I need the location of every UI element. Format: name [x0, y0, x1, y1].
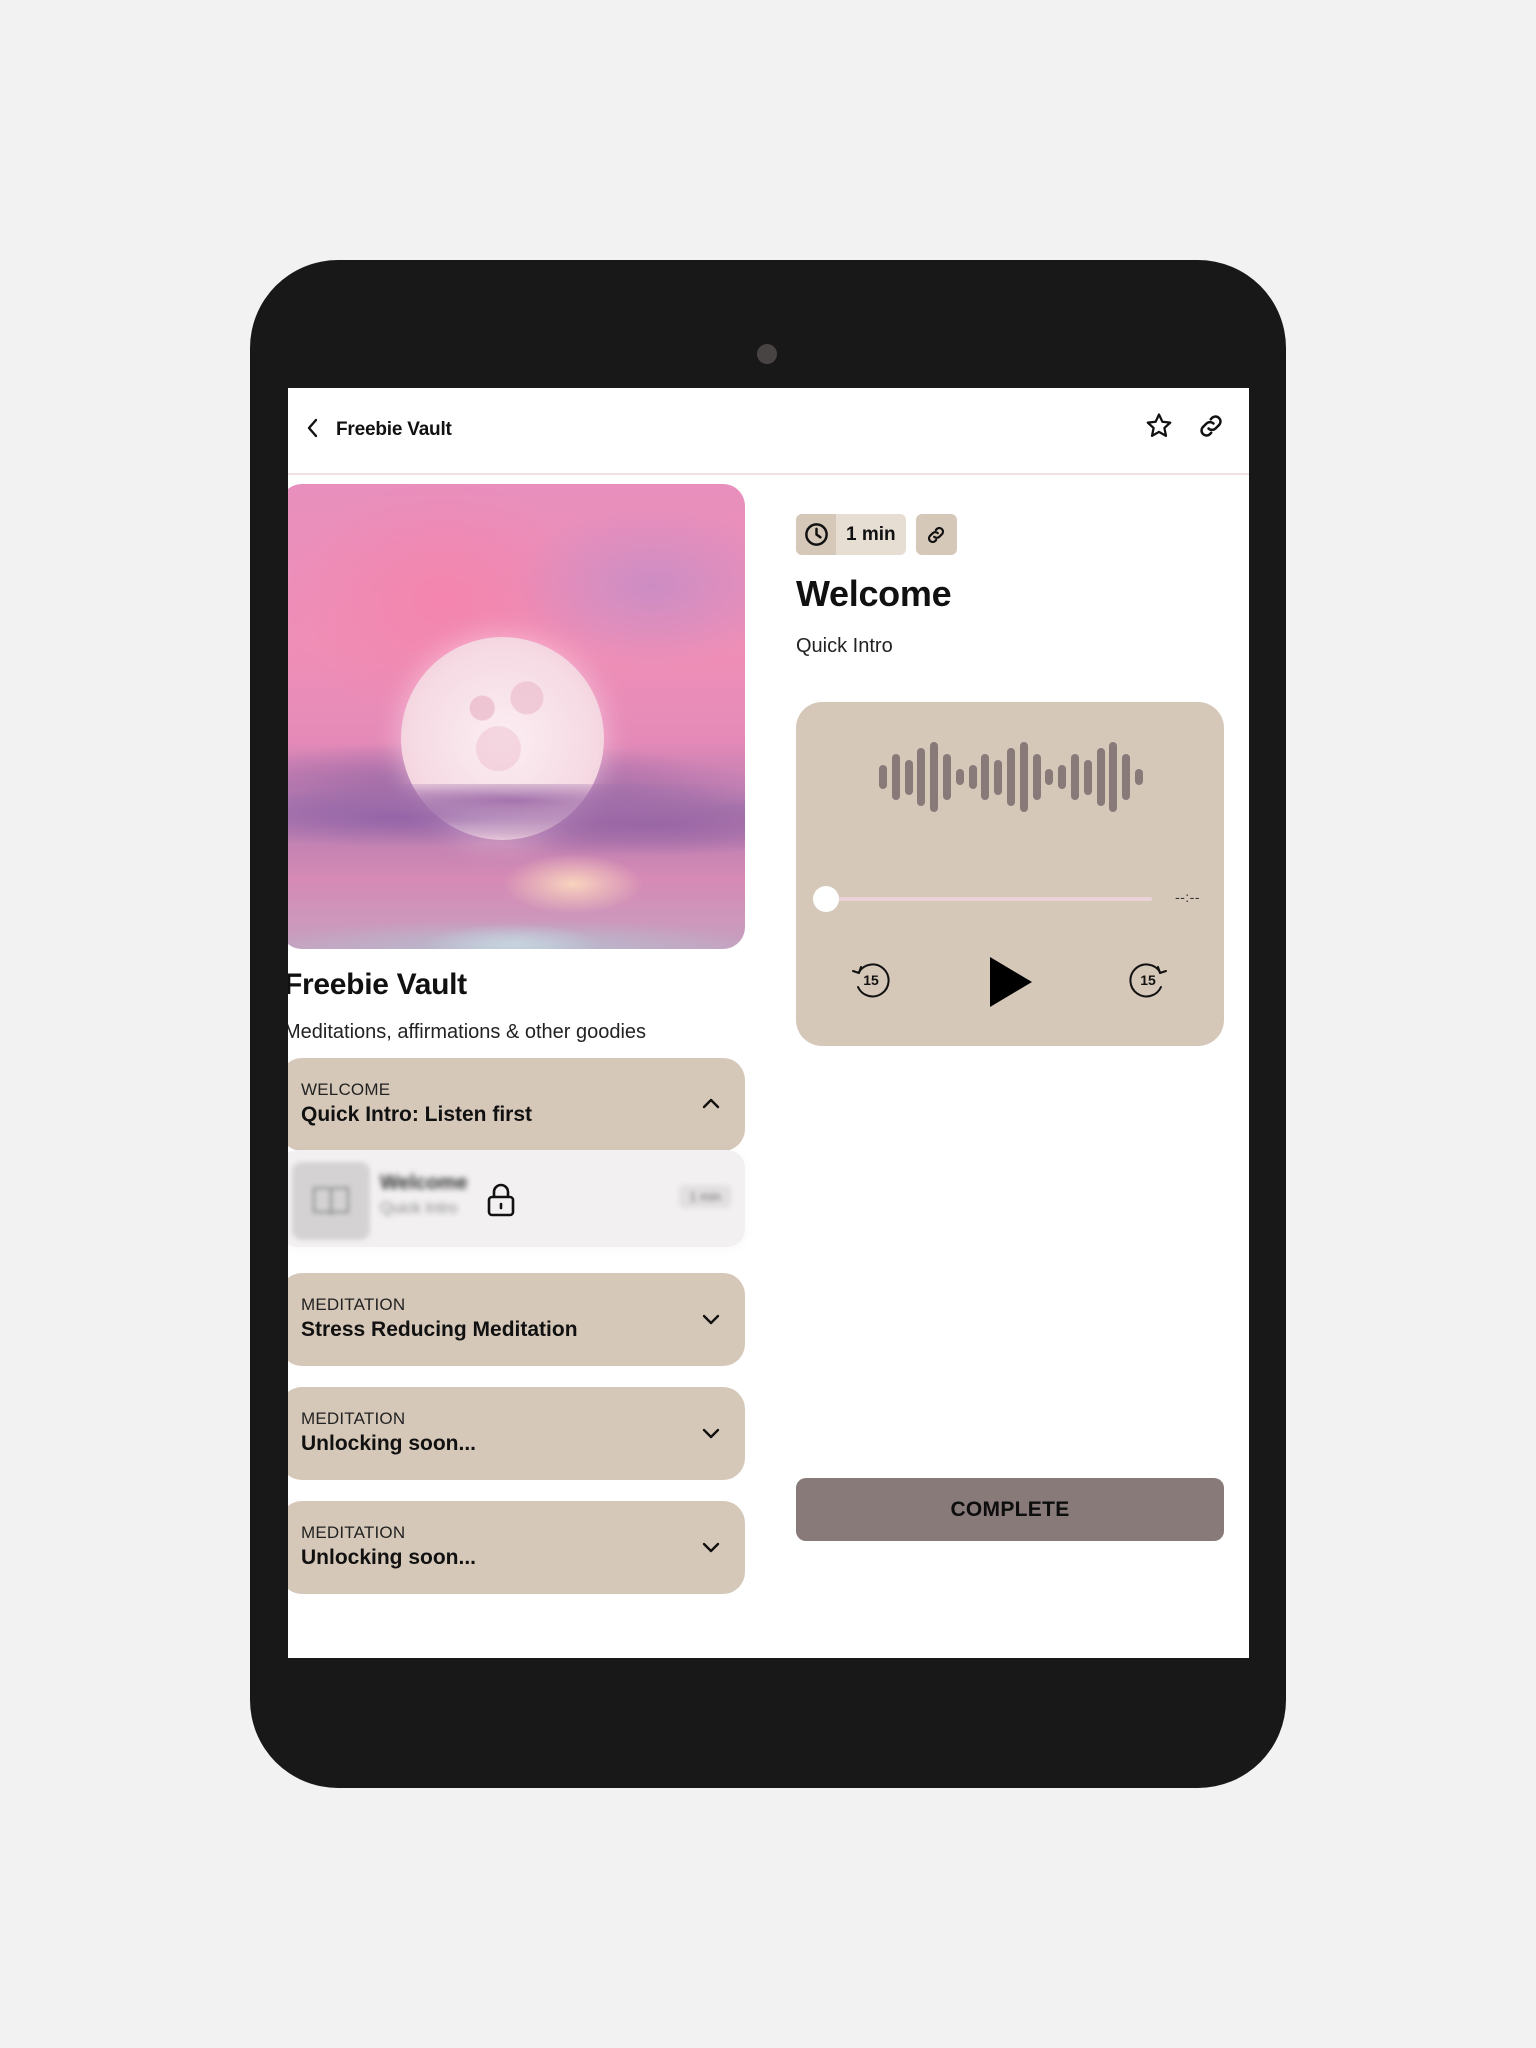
waveform-bar [917, 747, 926, 807]
chevron-left-icon [304, 417, 322, 444]
lesson-item-title: Welcome [380, 1172, 468, 1194]
section-kicker: MEDITATION [301, 1523, 406, 1542]
section-kicker: MEDITATION [301, 1295, 406, 1314]
tablet-frame: Freebie Vault Freebie Vault Meditations,… [250, 260, 1286, 1788]
link-icon [1200, 415, 1222, 437]
section-accordion-stress-reducing[interactable]: MEDITATION Stress Reducing Meditation [288, 1273, 745, 1366]
duration-text: 1 min [846, 523, 896, 545]
section-title: Quick Intro: Listen first [301, 1103, 533, 1126]
top-bar: Freebie Vault [288, 388, 1249, 475]
complete-button[interactable]: COMPLETE [796, 1478, 1224, 1541]
favorite-button[interactable] [1143, 410, 1175, 442]
waveform-bar [904, 759, 913, 795]
progress-slider-thumb[interactable] [813, 886, 839, 912]
lesson-title: Welcome [796, 573, 952, 614]
skip-back-button[interactable]: 15 [849, 958, 893, 1002]
audio-player: --:-- 15 15 [796, 702, 1224, 1046]
waveform-bar [1019, 742, 1028, 812]
waveform-bar [943, 753, 951, 801]
back-label: Freebie Vault [336, 419, 452, 440]
section-title: Stress Reducing Meditation [301, 1318, 578, 1341]
lesson-item-duration: 1 min [679, 1185, 731, 1208]
waveform-bar [955, 769, 964, 785]
section-accordion-unlocking-1[interactable]: MEDITATION Unlocking soon... [288, 1387, 745, 1480]
library-title: Freebie Vault [288, 968, 467, 1001]
lesson-meta: 1 min [796, 514, 957, 555]
waveform-bar [1109, 742, 1118, 812]
lesson-list-item[interactable]: Welcome Quick Intro 1 min [288, 1150, 745, 1247]
lesson-item-subtitle: Quick Intro [380, 1200, 458, 1217]
duration-chip: 1 min [796, 514, 906, 555]
svg-text:15: 15 [863, 972, 879, 988]
waveform-bar [1032, 753, 1041, 801]
back-button[interactable]: Freebie Vault [304, 410, 452, 450]
share-link-button[interactable] [1195, 410, 1227, 442]
waveform-bar [1007, 747, 1015, 807]
section-title: Unlocking soon... [301, 1432, 477, 1455]
waveform-bar [1045, 769, 1054, 785]
chevron-down-icon[interactable] [697, 1305, 725, 1333]
lesson-subtitle: Quick Intro [796, 635, 893, 657]
waveform-bar [1135, 769, 1143, 785]
library-artwork [288, 484, 745, 949]
cloud-layer [288, 784, 745, 949]
app-screen: Freebie Vault Freebie Vault Meditations,… [288, 388, 1249, 1658]
library-column: Freebie Vault Meditations, affirmations … [288, 475, 748, 1658]
library-subtitle: Meditations, affirmations & other goodie… [288, 1021, 647, 1043]
lesson-thumbnail [292, 1162, 370, 1240]
play-icon [990, 957, 1032, 1007]
progress-slider[interactable] [826, 897, 1152, 901]
waveform-bar [994, 759, 1003, 795]
svg-text:15: 15 [1140, 972, 1156, 988]
copy-link-button[interactable] [915, 514, 957, 555]
waveform-bar [1058, 765, 1067, 789]
waveform-bar [879, 765, 887, 789]
camera-dot [757, 344, 777, 364]
book-icon [312, 1186, 350, 1216]
waveform-visual [879, 742, 1143, 812]
lock-icon [485, 1182, 517, 1218]
time-remaining: --:-- [1174, 889, 1200, 905]
waveform-bar [891, 753, 900, 801]
waveform-bar [1122, 753, 1131, 801]
chevron-down-icon[interactable] [697, 1533, 725, 1561]
chevron-up-icon[interactable] [697, 1090, 725, 1118]
waveform-bar [1083, 759, 1092, 795]
waveform-bar [1096, 747, 1105, 807]
waveform-bar [968, 765, 977, 789]
chevron-down-icon[interactable] [697, 1419, 725, 1447]
section-accordion-welcome[interactable]: WELCOME Quick Intro: Listen first [288, 1058, 745, 1151]
section-kicker: WELCOME [301, 1080, 391, 1099]
waveform-bar [930, 742, 939, 812]
skip-forward-15-icon: 15 [1129, 963, 1167, 998]
section-accordion-unlocking-2[interactable]: MEDITATION Unlocking soon... [288, 1501, 745, 1594]
section-kicker: MEDITATION [301, 1409, 406, 1428]
skip-back-15-icon: 15 [852, 963, 890, 998]
lesson-detail-column: 1 min Welcome Quick Intro --:-- 15 15 CO… [796, 475, 1226, 1658]
play-button[interactable] [986, 955, 1036, 1009]
section-title: Unlocking soon... [301, 1546, 477, 1569]
clock-icon [796, 514, 836, 555]
link-icon [928, 526, 945, 543]
skip-forward-button[interactable]: 15 [1126, 958, 1170, 1002]
star-outline-icon [1146, 413, 1172, 437]
waveform-bar [981, 753, 990, 801]
waveform-bar [1071, 753, 1079, 801]
